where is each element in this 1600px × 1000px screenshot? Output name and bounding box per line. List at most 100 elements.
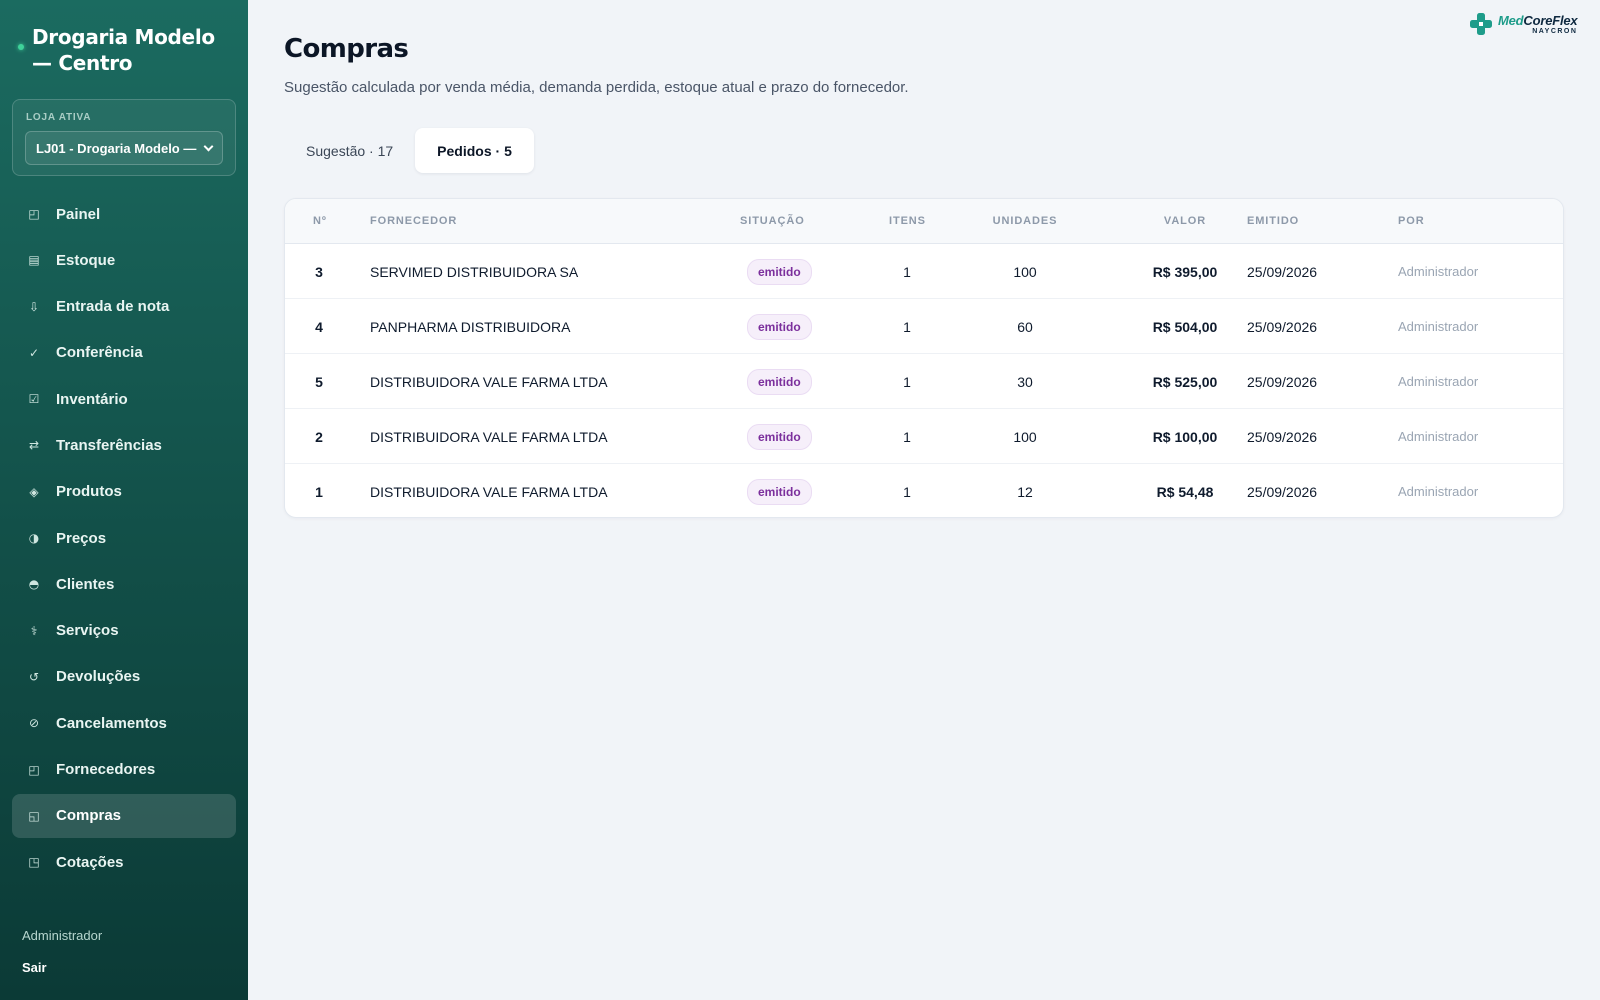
issued-by: Administrador [1398, 484, 1479, 499]
store-select[interactable]: LJ01 - Drogaria Modelo — [25, 131, 223, 165]
issued-by-cell: Administrador [1398, 354, 1478, 409]
table-row[interactable]: 3 SERVIMED DISTRIBUIDORA SA emitido 1 100 R$ … [285, 244, 1563, 299]
unit-count: 100 [1013, 428, 1037, 445]
unit-count-cell: 30 [990, 354, 1060, 409]
supplier-name: DISTRIBUIDORA VALE FARMA LTDA [370, 428, 608, 445]
issued-date-cell: 25/09/2026 [1247, 299, 1317, 354]
status-badge-cell: emitido [747, 354, 812, 409]
sidebar-nav: ◰ Painel ▤ Estoque ⇩ Entrada de nota ✓ Conferên… [12, 192, 236, 886]
item-count-cell: 1 [889, 299, 925, 354]
status-badge: emitido [747, 313, 812, 340]
order-number: 1 [315, 483, 323, 500]
app-logo: MedCoreFlex NAYCRON [1468, 10, 1588, 38]
column-header[interactable]: VALOR [1145, 215, 1225, 227]
sidebar-item-label: Produtos [56, 483, 122, 501]
fornecedores-icon: ◰ [28, 762, 40, 777]
painel-icon: ◰ [28, 207, 40, 221]
sidebar-item-compras[interactable]: ◱ Compras [12, 793, 236, 838]
orders-table: Nº FORNECEDOR SITUAÇÃO ITENS UNIDADES VALOR EM… [284, 198, 1564, 518]
table-row[interactable]: 5 DISTRIBUIDORA VALE FARMA LTDA emitido 1 30… [285, 354, 1563, 409]
store-label: LOJA ATIVA [26, 112, 92, 123]
supplier-name: DISTRIBUIDORA VALE FARMA LTDA [370, 373, 608, 390]
issued-by-cell: Administrador [1398, 409, 1478, 464]
brand: Drogaria Modelo — Centro [18, 24, 238, 76]
column-header[interactable]: FORNECEDOR [370, 215, 457, 227]
cotacoes-icon: ◳ [28, 855, 40, 870]
issued-date-cell: 25/09/2026 [1247, 354, 1317, 409]
order-value: R$ 395,00 [1152, 263, 1218, 280]
item-count: 1 [903, 483, 911, 500]
item-count: 1 [903, 263, 911, 280]
logo-name: MedCoreFlex [1498, 12, 1578, 28]
sidebar-item-transferencias[interactable]: ⇄ Transferências [12, 423, 236, 467]
entrada-de-nota-icon: ⇩ [28, 299, 40, 314]
issued-by: Administrador [1398, 429, 1479, 444]
unit-count: 100 [1013, 263, 1037, 280]
item-count-cell: 1 [889, 244, 925, 299]
table-row[interactable]: 1 DISTRIBUIDORA VALE FARMA LTDA emitido 1 12… [285, 464, 1563, 517]
sidebar-item-fornecedores[interactable]: ◰ Fornecedores [12, 748, 236, 792]
sidebar-item-label: Fornecedores [56, 761, 156, 779]
sidebar-item-label: Entrada de nota [56, 298, 170, 316]
order-number-cell: 5 [313, 354, 325, 409]
sidebar-item-servicos[interactable]: ⚕ Serviços [12, 609, 236, 653]
item-count: 1 [903, 428, 911, 445]
column-header[interactable]: POR [1398, 215, 1425, 227]
order-number: 4 [315, 318, 323, 335]
tab-sugestao[interactable]: Sugestão · 17 [284, 128, 415, 173]
sidebar-item-cotacoes[interactable]: ◳ Cotações [12, 840, 236, 884]
page-subtitle: Sugestão calculada por venda média, dema… [284, 79, 909, 96]
sidebar-item-label: Serviços [56, 622, 119, 640]
status-badge: emitido [747, 478, 812, 505]
issued-date: 25/09/2026 [1247, 483, 1318, 500]
issued-by: Administrador [1398, 374, 1479, 389]
sidebar-item-label: Estoque [56, 251, 116, 269]
sidebar-item-clientes[interactable]: ◓ Clientes [12, 562, 236, 606]
column-header[interactable]: EMITIDO [1247, 215, 1299, 227]
brand-title: Drogaria Modelo — Centro [32, 25, 215, 75]
table-row[interactable]: 4 PANPHARMA DISTRIBUIDORA emitido 1 60 R$ 504… [285, 299, 1563, 354]
sidebar-item-estoque[interactable]: ▤ Estoque [12, 238, 236, 282]
unit-count: 60 [1017, 318, 1033, 335]
order-number: 5 [315, 373, 323, 390]
conferencia-icon: ✓ [28, 345, 40, 360]
column-header[interactable]: Nº [313, 215, 327, 227]
transferencias-icon: ⇄ [28, 438, 40, 453]
sidebar-item-produtos[interactable]: ◈ Produtos [12, 470, 236, 514]
unit-count-cell: 100 [990, 244, 1060, 299]
issued-date-cell: 25/09/2026 [1247, 244, 1317, 299]
status-badge-cell: emitido [747, 244, 812, 299]
sidebar-item-entrada-de-nota[interactable]: ⇩ Entrada de nota [12, 285, 236, 329]
sidebar-item-painel[interactable]: ◰ Painel [12, 192, 236, 236]
unit-count-cell: 12 [990, 464, 1060, 517]
supplier-name: DISTRIBUIDORA VALE FARMA LTDA [370, 483, 608, 500]
order-number: 3 [315, 263, 323, 280]
column-header[interactable]: UNIDADES [990, 215, 1060, 227]
sidebar-item-label: Preços [56, 529, 107, 547]
issued-date-cell: 25/09/2026 [1247, 409, 1317, 464]
supplier-name: SERVIMED DISTRIBUIDORA SA [370, 263, 579, 280]
order-value: R$ 525,00 [1152, 373, 1218, 390]
table-row[interactable]: 2 DISTRIBUIDORA VALE FARMA LTDA emitido 1 10… [285, 409, 1563, 464]
sidebar-item-conferencia[interactable]: ✓ Conferência [12, 331, 236, 375]
sidebar-item-precos[interactable]: ◑ Preços [12, 516, 236, 560]
sidebar-item-label: Inventário [56, 390, 128, 408]
sidebar-item-label: Clientes [56, 575, 115, 593]
sidebar-item-devolucoes[interactable]: ↺ Devoluções [12, 655, 236, 699]
logout-link[interactable]: Sair [22, 960, 47, 975]
order-value-cell: R$ 525,00 [1130, 354, 1240, 409]
issued-date: 25/09/2026 [1247, 373, 1318, 390]
column-header[interactable]: SITUAÇÃO [740, 215, 805, 227]
sidebar-item-inventario[interactable]: ☑ Inventário [12, 377, 236, 421]
item-count-cell: 1 [889, 354, 925, 409]
sidebar-item-cancelamentos[interactable]: ⊘ Cancelamentos [12, 701, 236, 745]
status-badge-cell: emitido [747, 299, 812, 354]
inventario-icon: ☑ [28, 392, 40, 407]
order-number-cell: 1 [313, 464, 325, 517]
medical-cross-icon [1470, 13, 1492, 35]
column-header[interactable]: ITENS [889, 215, 925, 227]
item-count: 1 [903, 373, 911, 390]
unit-count-cell: 60 [990, 299, 1060, 354]
tab-pedidos[interactable]: Pedidos · 5 [415, 128, 534, 173]
produtos-icon: ◈ [29, 484, 39, 499]
